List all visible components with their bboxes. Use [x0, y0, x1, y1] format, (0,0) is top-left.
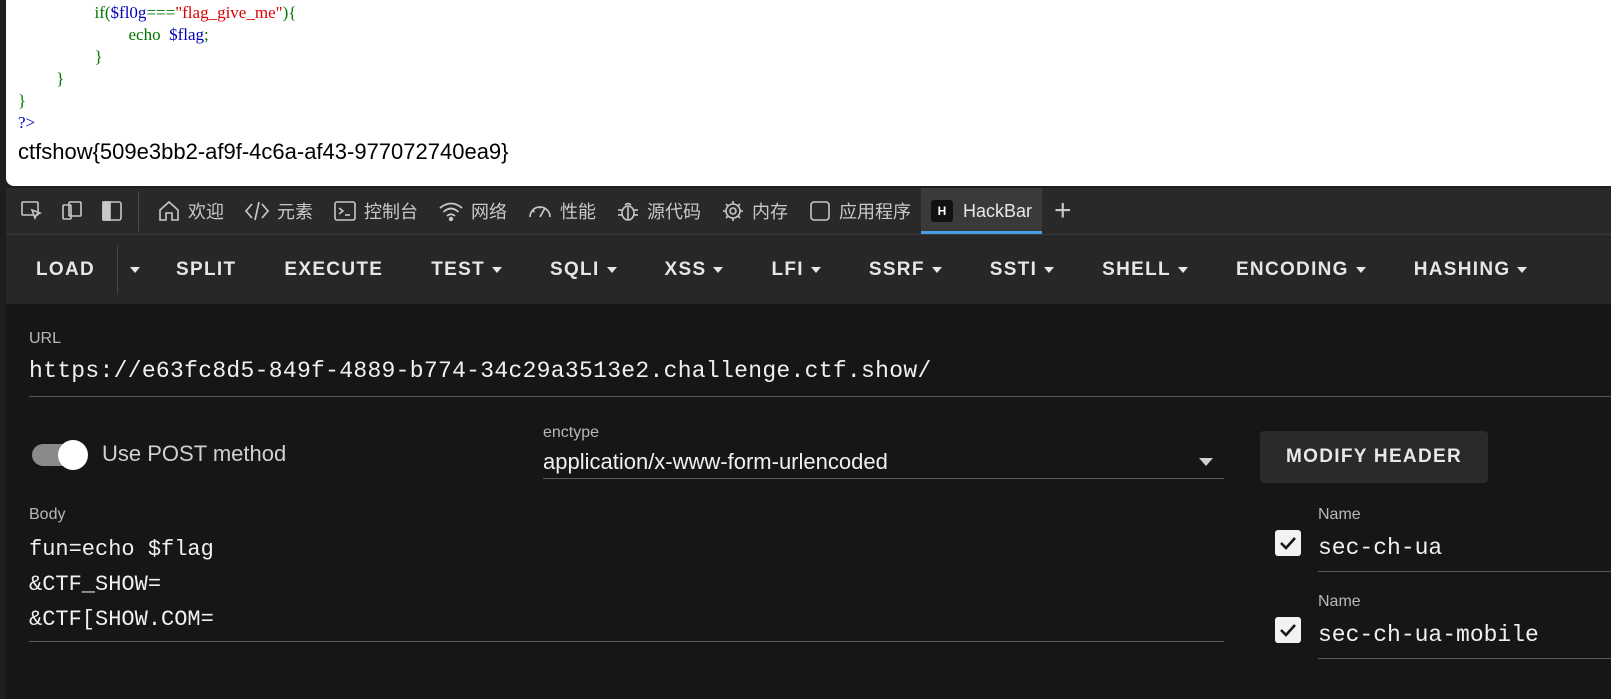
load-options-dropdown[interactable]	[117, 245, 152, 294]
code-token: }	[94, 47, 103, 66]
tab-sources[interactable]: 源代码	[606, 188, 711, 234]
header-checkbox-2[interactable]	[1275, 617, 1301, 643]
code-line: }	[18, 46, 296, 68]
post-method-label: Use POST method	[102, 441, 287, 466]
flag-output: ctfshow{509e3bb2-af9f-4c6a-af43-97707274…	[18, 139, 509, 164]
lfi-menu[interactable]: LFI	[747, 235, 844, 304]
page-content: if($fl0g==="flag_give_me"){ echo $flag; …	[6, 0, 1611, 186]
tab-console[interactable]: 控制台	[323, 188, 428, 234]
chevron-down-icon	[931, 266, 942, 273]
code-token: ){	[282, 3, 297, 22]
hashing-menu[interactable]: HASHING	[1390, 235, 1552, 304]
body-underline	[29, 641, 1224, 642]
add-tab-plus-icon[interactable]: +	[1054, 194, 1072, 228]
tab-memory[interactable]: 内存	[711, 188, 798, 234]
ssrf-menu[interactable]: SSRF	[845, 235, 966, 304]
toolbar-divider	[138, 191, 139, 231]
code-token: ?>	[18, 113, 36, 132]
gauge-icon	[529, 206, 551, 218]
checkmark-icon	[1280, 624, 1296, 637]
code-token: $flag	[169, 25, 205, 44]
devtools-tab-bar: 欢迎 元素 控制台 网络 性能 源代码 内存 应用程序 H HackBar +	[6, 188, 1611, 235]
header-name-label-1: Name	[1318, 506, 1361, 523]
tab-elements[interactable]: 元素	[234, 188, 323, 234]
encoding-menu[interactable]: ENCODING	[1212, 235, 1390, 304]
tab-hackbar[interactable]: H HackBar	[921, 188, 1043, 234]
code-line: if($fl0g==="flag_give_me"){	[18, 2, 297, 24]
chevron-down-icon	[491, 266, 502, 273]
chevron-down-icon	[1517, 266, 1528, 273]
code-token: $fl0g	[110, 3, 147, 22]
tab-network[interactable]: 网络	[428, 188, 517, 234]
console-icon	[334, 201, 356, 221]
header-underline-1	[1318, 571, 1611, 572]
app-icon	[810, 201, 830, 221]
body-textarea[interactable]: fun=echo $flag &CTF_SHOW= &CTF[SHOW.COM=	[29, 532, 214, 637]
url-input[interactable]: https://e63fc8d5-849f-4889-b774-34c29a35…	[29, 358, 932, 384]
dock-side-icon[interactable]	[98, 197, 126, 225]
php-source-code: if($fl0g==="flag_give_me"){ echo $flag; …	[18, 2, 296, 134]
enctype-label: enctype	[543, 424, 600, 441]
checkmark-icon	[1280, 537, 1296, 550]
code-line: echo $flag;	[18, 24, 296, 46]
chevron-down-icon	[713, 266, 724, 273]
chip-icon	[723, 201, 743, 221]
code-token: if(	[94, 3, 111, 22]
code-token: "flag_give_me"	[175, 3, 283, 22]
header-checkbox-1[interactable]	[1275, 530, 1301, 556]
chevron-down-icon	[1355, 266, 1366, 273]
enctype-underline	[543, 478, 1224, 479]
hackbar-toolbar: LOAD SPLIT EXECUTE TEST SQLI XSS LFI SSR…	[6, 235, 1611, 304]
shell-menu[interactable]: SHELL	[1078, 235, 1212, 304]
body-label: Body	[29, 506, 66, 523]
tab-performance[interactable]: 性能	[517, 188, 606, 234]
code-line: ?>	[18, 112, 296, 134]
code-token: echo	[128, 25, 170, 44]
code-token: ===	[146, 3, 176, 22]
code-line: }	[18, 90, 296, 112]
sqli-menu[interactable]: SQLI	[526, 235, 641, 304]
post-method-toggle[interactable]	[32, 440, 88, 470]
inspect-element-icon[interactable]	[18, 197, 46, 225]
code-token: ;	[204, 25, 209, 44]
header-name-input-1[interactable]: sec-ch-ua	[1318, 535, 1442, 561]
hackbar-logo: H	[931, 200, 953, 222]
enctype-select[interactable]: application/x-www-form-urlencoded	[543, 449, 888, 475]
chevron-down-icon	[130, 266, 141, 273]
chevron-down-icon	[1177, 266, 1188, 273]
code-token: }	[56, 69, 65, 88]
modify-header-button[interactable]: MODIFY HEADER	[1260, 431, 1488, 483]
wifi-icon	[439, 202, 463, 222]
chevron-down-icon	[606, 266, 617, 273]
hackbar-main: URL https://e63fc8d5-849f-4889-b774-34c2…	[6, 304, 1611, 699]
execute-button[interactable]: EXECUTE	[260, 235, 407, 304]
ssti-menu[interactable]: SSTI	[966, 235, 1078, 304]
header-name-input-2[interactable]: sec-ch-ua-mobile	[1318, 622, 1539, 648]
code-token: }	[18, 91, 27, 110]
xss-menu[interactable]: XSS	[641, 235, 748, 304]
bug-icon	[618, 202, 638, 221]
url-underline	[29, 396, 1611, 397]
tab-application[interactable]: 应用程序	[798, 188, 921, 234]
code-icon	[244, 201, 270, 221]
chevron-down-icon	[1199, 458, 1213, 466]
code-line: }	[18, 68, 296, 90]
chevron-down-icon	[810, 266, 821, 273]
load-button[interactable]: LOAD	[6, 235, 117, 304]
home-icon	[159, 200, 179, 221]
device-emulation-icon[interactable]	[58, 197, 86, 225]
url-label: URL	[29, 330, 62, 347]
tab-welcome[interactable]: 欢迎	[147, 188, 234, 234]
split-button[interactable]: SPLIT	[152, 235, 260, 304]
header-name-label-2: Name	[1318, 593, 1361, 610]
chevron-down-icon	[1044, 266, 1055, 273]
header-underline-2	[1318, 658, 1611, 659]
test-menu[interactable]: TEST	[407, 235, 526, 304]
